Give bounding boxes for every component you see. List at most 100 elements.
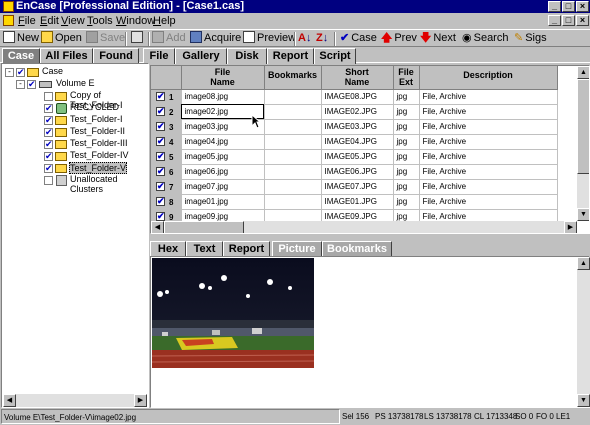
cell-file-ext[interactable]: jpg xyxy=(393,149,420,165)
folder-tree[interactable]: - Case - Volume E Copy of Test_Folder-I … xyxy=(1,63,149,408)
row-header[interactable]: 2 xyxy=(151,104,182,120)
tree-item-recycled[interactable]: RECYCLED xyxy=(70,102,119,112)
tree-item-case[interactable]: Case xyxy=(42,66,63,76)
search-button[interactable]: ◉ Search xyxy=(462,31,508,47)
tree-checkbox[interactable] xyxy=(44,103,53,114)
minimize-button[interactable]: _ xyxy=(548,1,561,12)
menu-help[interactable]: Help xyxy=(153,14,176,28)
scroll-left-icon[interactable]: ◀ xyxy=(3,394,16,407)
tab-script[interactable]: Script xyxy=(314,48,356,64)
table-row[interactable]: 5image05.jpg IMAGE05.JPGjpgFile, Archive xyxy=(151,149,558,165)
row-checkbox[interactable] xyxy=(156,106,165,117)
picture-view[interactable]: ▲ ▼ xyxy=(150,256,590,408)
scroll-right-icon[interactable]: ▶ xyxy=(134,394,147,407)
menu-edit[interactable]: Edit xyxy=(40,14,59,28)
tree-checkbox[interactable] xyxy=(27,79,36,90)
menu-view[interactable]: View xyxy=(61,14,85,28)
cell-file-name[interactable]: image05.jpg xyxy=(181,149,265,165)
cell-file-ext[interactable]: jpg xyxy=(393,119,420,135)
tab-hex[interactable]: Hex xyxy=(150,241,186,257)
cell-short-name[interactable]: IMAGE01.JPG xyxy=(321,194,394,210)
table-row[interactable]: 2image02.jpgIMAGE02.JPGjpgFile, Archive xyxy=(151,104,558,120)
document-icon[interactable] xyxy=(3,15,14,26)
tree-item-test-folder-i[interactable]: Test_Folder-I xyxy=(70,114,123,124)
cell-file-ext[interactable]: jpg xyxy=(393,164,420,180)
sort-ascending-button[interactable]: A↓ xyxy=(298,31,311,47)
new-button[interactable]: New xyxy=(3,31,39,47)
table-row[interactable]: 7image07.jpg IMAGE07.JPGjpgFile, Archive xyxy=(151,179,558,195)
row-checkbox[interactable] xyxy=(156,196,165,207)
tree-checkbox[interactable] xyxy=(44,115,53,126)
cell-file-name[interactable]: image06.jpg xyxy=(181,164,265,180)
cell-description[interactable]: File, Archive xyxy=(419,179,558,195)
cell-file-ext[interactable]: jpg xyxy=(393,104,420,120)
table-row[interactable]: 3image03.jpgIMAGE03.JPGjpgFile, Archive xyxy=(151,119,558,135)
cell-file-name[interactable]: image04.jpg xyxy=(181,134,265,150)
open-button[interactable]: Open xyxy=(41,31,82,47)
cell-file-ext[interactable]: jpg xyxy=(393,179,420,195)
row-header[interactable]: 5 xyxy=(151,149,182,165)
tree-collapse-toggle[interactable]: - xyxy=(5,68,14,77)
cell-bookmarks[interactable] xyxy=(264,179,322,195)
cell-bookmarks[interactable] xyxy=(264,164,322,180)
tree-item-unallocated-clusters[interactable]: Unallocated Clusters xyxy=(70,174,148,194)
cell-file-name[interactable]: image07.jpg xyxy=(181,179,265,195)
tab-bookmarks[interactable]: Bookmarks xyxy=(322,241,392,257)
scroll-up-icon[interactable]: ▲ xyxy=(577,66,589,79)
cell-file-name[interactable]: image01.jpg xyxy=(181,194,265,210)
tab-all-files[interactable]: All Files xyxy=(40,48,93,64)
scroll-thumb[interactable] xyxy=(577,79,589,174)
print-button[interactable] xyxy=(131,31,145,47)
cell-file-ext[interactable]: jpg xyxy=(393,194,420,210)
add-button[interactable]: Add xyxy=(152,31,186,47)
cell-description[interactable]: File, Archive xyxy=(419,164,558,180)
menu-tools[interactable]: Tools xyxy=(87,14,113,28)
cell-file-name[interactable]: image08.jpg xyxy=(181,89,265,105)
table-row[interactable]: 8image01.jpg IMAGE01.JPGjpgFile, Archive xyxy=(151,194,558,210)
prev-button[interactable]: 🡅 Prev xyxy=(381,31,417,47)
cell-bookmarks[interactable] xyxy=(264,134,322,150)
cell-description[interactable]: File, Archive xyxy=(419,119,558,135)
tab-found[interactable]: Found xyxy=(93,48,139,64)
scroll-up-icon[interactable]: ▲ xyxy=(577,257,590,270)
cell-bookmarks[interactable] xyxy=(264,119,322,135)
row-checkbox[interactable] xyxy=(156,136,165,147)
save-button[interactable]: Save xyxy=(86,31,125,47)
menu-file[interactable]: File xyxy=(18,14,36,28)
row-checkbox[interactable] xyxy=(156,166,165,177)
column-header-file-name[interactable]: File Name xyxy=(181,66,265,90)
tab-case[interactable]: Case xyxy=(2,48,40,64)
tree-horizontal-scrollbar[interactable]: ◀ ▶ xyxy=(3,394,147,407)
cell-bookmarks[interactable] xyxy=(264,149,322,165)
row-header[interactable]: 8 xyxy=(151,194,182,210)
tree-item-test-folder-iii[interactable]: Test_Folder-III xyxy=(70,138,128,148)
tree-checkbox[interactable] xyxy=(44,139,53,150)
cell-file-ext[interactable]: jpg xyxy=(393,89,420,105)
tree-checkbox[interactable] xyxy=(44,151,53,162)
close-button[interactable]: × xyxy=(576,1,589,12)
column-header-short-name[interactable]: Short Name xyxy=(321,66,394,90)
column-header-file-ext[interactable]: File Ext xyxy=(393,66,420,90)
cell-short-name[interactable]: IMAGE08.JPG xyxy=(321,89,394,105)
child-restore-button[interactable]: □ xyxy=(562,15,575,26)
sort-descending-button[interactable]: Z↓ xyxy=(316,31,328,47)
cell-short-name[interactable]: IMAGE06.JPG xyxy=(321,164,394,180)
tree-checkbox[interactable] xyxy=(44,92,53,101)
title-bar[interactable]: EnCase [Professional Edition] - [Case1.c… xyxy=(0,0,590,13)
scroll-right-icon[interactable]: ▶ xyxy=(564,221,577,233)
cell-description[interactable]: File, Archive xyxy=(419,134,558,150)
child-minimize-button[interactable]: _ xyxy=(548,15,561,26)
row-checkbox[interactable] xyxy=(156,181,165,192)
cell-short-name[interactable]: IMAGE05.JPG xyxy=(321,149,394,165)
tree-collapse-toggle[interactable]: - xyxy=(16,80,25,89)
cell-short-name[interactable]: IMAGE04.JPG xyxy=(321,134,394,150)
tab-report-view[interactable]: Report xyxy=(223,241,270,257)
tree-item-test-folder-ii[interactable]: Test_Folder-II xyxy=(70,126,125,136)
table-vertical-scrollbar[interactable]: ▲ ▼ xyxy=(577,66,589,221)
tab-gallery[interactable]: Gallery xyxy=(175,48,227,64)
tree-item-test-folder-v[interactable]: Test_Folder-V xyxy=(69,162,128,174)
file-table[interactable]: File Name Bookmarks Short Name File Ext Des… xyxy=(150,65,590,234)
table-row[interactable]: 1image08.jpg IMAGE08.JPGjpgFile, Archive xyxy=(151,89,558,105)
sigs-button[interactable]: ✎ Sigs xyxy=(514,31,547,47)
scroll-left-icon[interactable]: ◀ xyxy=(151,221,164,233)
